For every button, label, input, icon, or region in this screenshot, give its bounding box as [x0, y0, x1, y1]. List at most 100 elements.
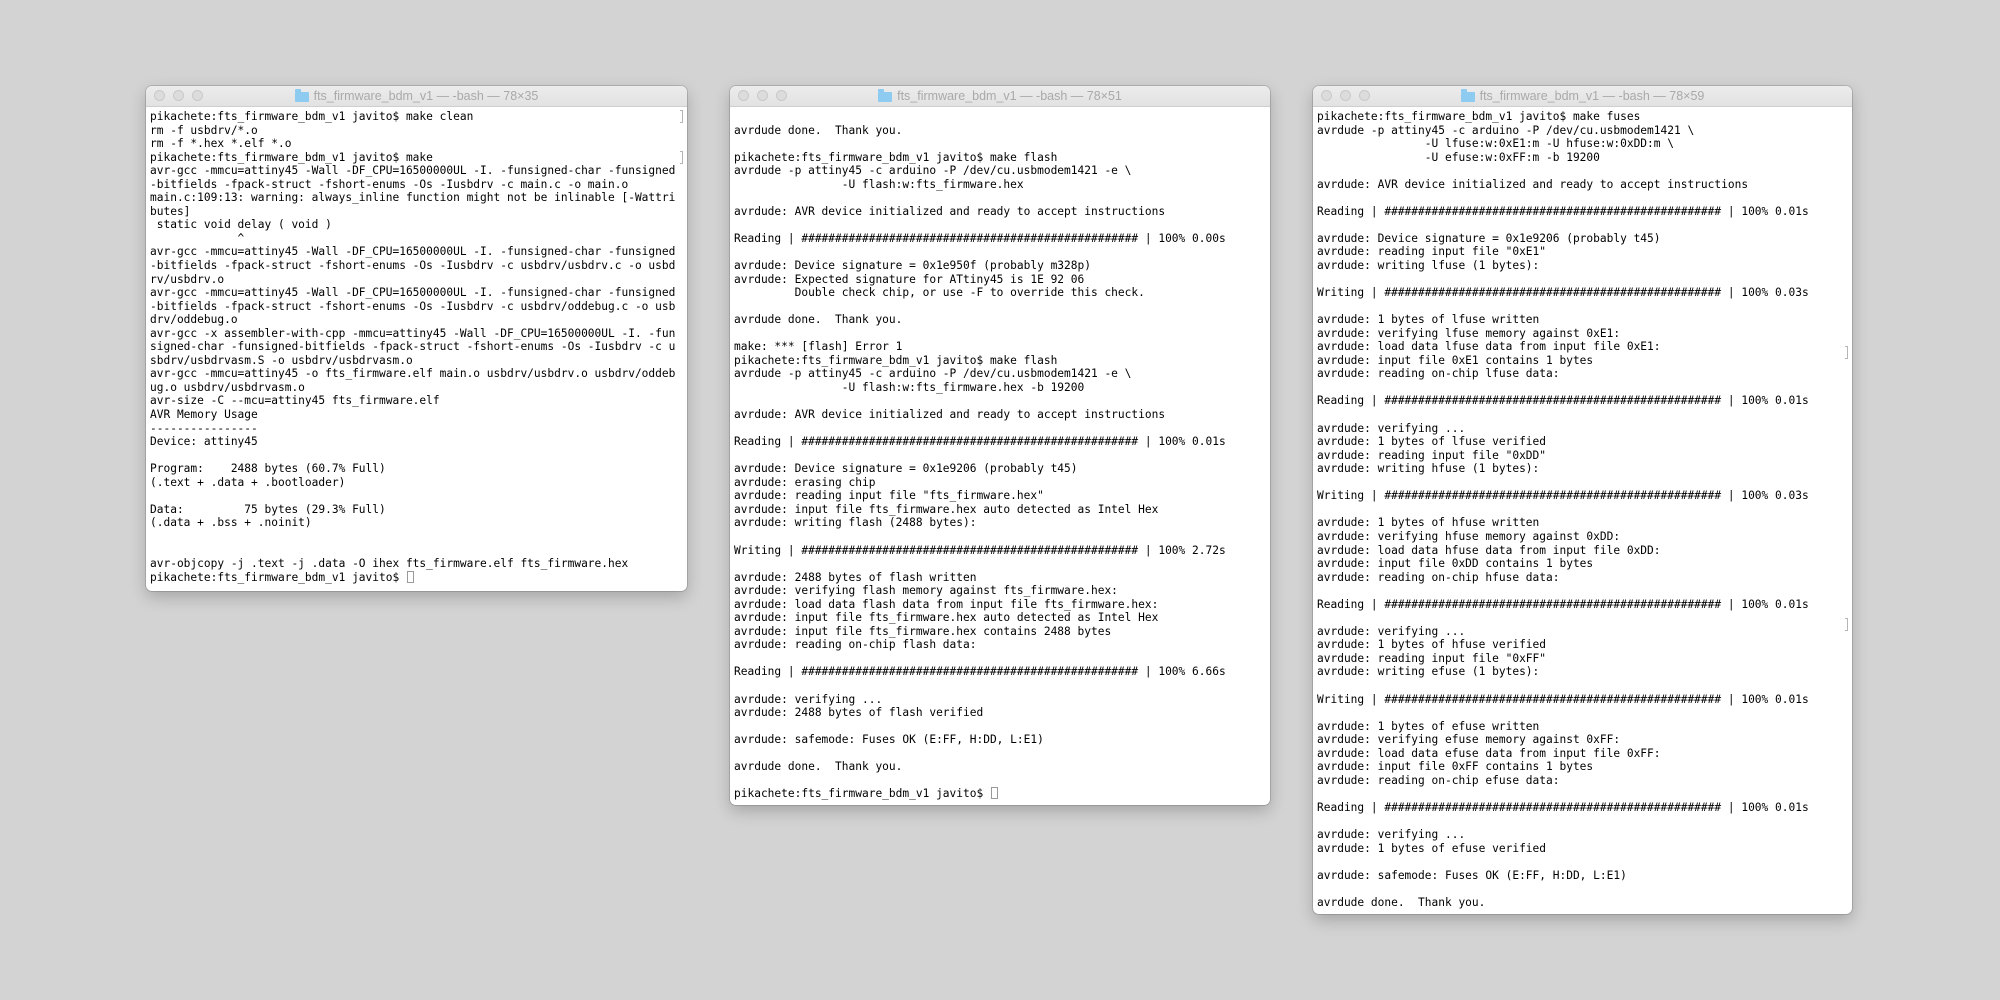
- terminal-line: -bitfields -fpack-struct -fshort-enums -…: [150, 300, 683, 314]
- minimize-button[interactable]: [173, 90, 184, 101]
- terminal-line-text: pikachete:fts_firmware_bdm_v1 javito$: [150, 570, 406, 584]
- terminal-line-text: (.text + .data + .bootloader): [150, 475, 346, 489]
- window-titlebar[interactable]: fts_firmware_bdm_v1 — -bash — 78×51: [730, 86, 1270, 107]
- window-title-group: fts_firmware_bdm_v1 — -bash — 78×51: [878, 89, 1122, 103]
- terminal-line: avrdude: safemode: Fuses OK (E:FF, H:DD,…: [734, 733, 1266, 747]
- terminal-line-text: avrdude done. Thank you.: [734, 313, 903, 327]
- folder-icon: [294, 89, 309, 102]
- terminal-output[interactable]: pikachete:fts_firmware_bdm_v1 javito$ ma…: [146, 107, 687, 584]
- scroll-marker: [680, 110, 683, 123]
- minimize-button[interactable]: [757, 90, 768, 101]
- terminal-line-text: avrdude: load data efuse data from input…: [1317, 746, 1661, 760]
- terminal-line-text: avrdude: 1 bytes of lfuse verified: [1317, 435, 1547, 449]
- terminal-line: Reading | ##############################…: [1317, 394, 1848, 408]
- terminal-line-text: avr-gcc -mmcu=attiny45 -Wall -DF_CPU=165…: [150, 286, 676, 300]
- terminal-line-text: avrdude: writing lfuse (1 bytes):: [1317, 259, 1540, 273]
- terminal-line: (.text + .data + .bootloader): [150, 476, 683, 490]
- terminal-line: Reading | ##############################…: [1317, 205, 1848, 219]
- terminal-output[interactable]: avrdude done. Thank you. pikachete:fts_fi…: [730, 107, 1270, 801]
- folder-icon: [1460, 89, 1475, 102]
- terminal-line: avrdude: Device signature = 0x1e9206 (pr…: [1317, 232, 1848, 246]
- terminal-line-text: avrdude done. Thank you.: [734, 123, 903, 137]
- terminal-window-3[interactable]: fts_firmware_bdm_v1 — -bash — 78×59 pika…: [1313, 86, 1852, 914]
- terminal-line: pikachete:fts_firmware_bdm_v1 javito$ ma…: [150, 151, 683, 165]
- terminal-line-text: avrdude: verifying ...: [1317, 827, 1466, 841]
- terminal-line-text: avrdude: writing hfuse (1 bytes):: [1317, 462, 1540, 476]
- terminal-line-text: ^: [150, 231, 245, 245]
- terminal-line: avrdude: load data hfuse data from input…: [1317, 544, 1848, 558]
- terminal-line: AVR Memory Usage: [150, 408, 683, 422]
- terminal-line-text: avrdude: reading on-chip hfuse data:: [1317, 570, 1560, 584]
- terminal-line-text: Writing | ##############################…: [734, 543, 1226, 557]
- terminal-line-text: -bitfields -fpack-struct -fshort-enums -…: [150, 259, 676, 273]
- terminal-output[interactable]: pikachete:fts_firmware_bdm_v1 javito$ ma…: [1313, 107, 1852, 909]
- zoom-button[interactable]: [192, 90, 203, 101]
- window-title: fts_firmware_bdm_v1 — -bash — 78×35: [313, 89, 539, 103]
- terminal-line-text: avr-gcc -x assembler-with-cpp -mmcu=atti…: [150, 326, 676, 340]
- terminal-line: avrdude: reading input file "0xDD": [1317, 449, 1848, 463]
- terminal-line-text: avrdude: verifying efuse memory against …: [1317, 733, 1621, 747]
- terminal-line: signed-char -funsigned-bitfields -fpack-…: [150, 340, 683, 354]
- terminal-line: avrdude: verifying efuse memory against …: [1317, 733, 1848, 747]
- terminal-line-text: avrdude: Device signature = 0x1e9206 (pr…: [1317, 231, 1661, 245]
- terminal-line: avrdude -p attiny45 -c arduino -P /dev/c…: [734, 164, 1266, 178]
- terminal-line-text: avrdude: Device signature = 0x1e950f (pr…: [734, 259, 1091, 273]
- terminal-line: avrdude: input file 0xFF contains 1 byte…: [1317, 760, 1848, 774]
- terminal-line: Writing | ##############################…: [1317, 693, 1848, 707]
- scroll-marker: [680, 151, 683, 164]
- terminal-line: Reading | ##############################…: [1317, 598, 1848, 612]
- terminal-line: avrdude: verifying ...: [1317, 828, 1848, 842]
- window-titlebar[interactable]: fts_firmware_bdm_v1 — -bash — 78×59: [1313, 86, 1852, 107]
- window-title-group: fts_firmware_bdm_v1 — -bash — 78×35: [294, 89, 539, 103]
- terminal-line: avr-gcc -mmcu=attiny45 -o fts_firmware.e…: [150, 367, 683, 381]
- terminal-line-text: avrdude: AVR device initialized and read…: [1317, 177, 1749, 191]
- terminal-line: Writing | ##############################…: [1317, 489, 1848, 503]
- close-button[interactable]: [1321, 90, 1332, 101]
- terminal-line: avrdude: AVR device initialized and read…: [1317, 178, 1848, 192]
- minimize-button[interactable]: [1340, 90, 1351, 101]
- terminal-line-text: -U lfuse:w:0xE1:m -U hfuse:w:0xDD:m \: [1317, 137, 1674, 151]
- terminal-line: avrdude: input file 0xE1 contains 1 byte…: [1317, 354, 1848, 368]
- terminal-line-text: avrdude done. Thank you.: [734, 760, 903, 774]
- window-titlebar[interactable]: fts_firmware_bdm_v1 — -bash — 78×35: [146, 86, 687, 107]
- terminal-line-text: rv/usbdrv.o: [150, 272, 225, 286]
- terminal-line: main.c:109:13: warning: always_inline fu…: [150, 191, 683, 205]
- terminal-line: rm -f usbdrv/*.o: [150, 124, 683, 138]
- terminal-line-text: avrdude: input file fts_firmware.hex con…: [734, 624, 1112, 638]
- terminal-line: Double check chip, or use -F to override…: [734, 286, 1266, 300]
- zoom-button[interactable]: [1359, 90, 1370, 101]
- terminal-window-2[interactable]: fts_firmware_bdm_v1 — -bash — 78×51 avrd…: [730, 86, 1270, 805]
- close-button[interactable]: [738, 90, 749, 101]
- terminal-line: pikachete:fts_firmware_bdm_v1 javito$ ma…: [150, 110, 683, 124]
- zoom-button[interactable]: [776, 90, 787, 101]
- terminal-line: avrdude: writing hfuse (1 bytes):: [1317, 462, 1848, 476]
- terminal-line: Reading | ##############################…: [734, 665, 1266, 679]
- close-button[interactable]: [154, 90, 165, 101]
- terminal-line-text: drv/oddebug.o: [150, 313, 238, 327]
- terminal-line-text: avr-gcc -mmcu=attiny45 -o fts_firmware.e…: [150, 367, 676, 381]
- terminal-line: avrdude: writing flash (2488 bytes):: [734, 516, 1266, 530]
- terminal-line-text: Double check chip, or use -F to override…: [734, 286, 1145, 300]
- terminal-line: avrdude: 1 bytes of hfuse verified: [1317, 638, 1848, 652]
- terminal-line: pikachete:fts_firmware_bdm_v1 javito$: [150, 570, 683, 585]
- terminal-line: avrdude: reading input file "0xFF": [1317, 652, 1848, 666]
- terminal-line-text: Data: 75 bytes (29.3% Full): [150, 502, 386, 516]
- terminal-line: avrdude: reading input file "0xE1": [1317, 245, 1848, 259]
- terminal-line: avrdude: verifying ...: [734, 693, 1266, 707]
- terminal-window-1[interactable]: fts_firmware_bdm_v1 — -bash — 78×35 pika…: [146, 86, 687, 591]
- terminal-line-text: -U efuse:w:0xFF:m -b 19200: [1317, 150, 1600, 164]
- terminal-line-text: avrdude -p attiny45 -c arduino -P /dev/c…: [734, 164, 1132, 178]
